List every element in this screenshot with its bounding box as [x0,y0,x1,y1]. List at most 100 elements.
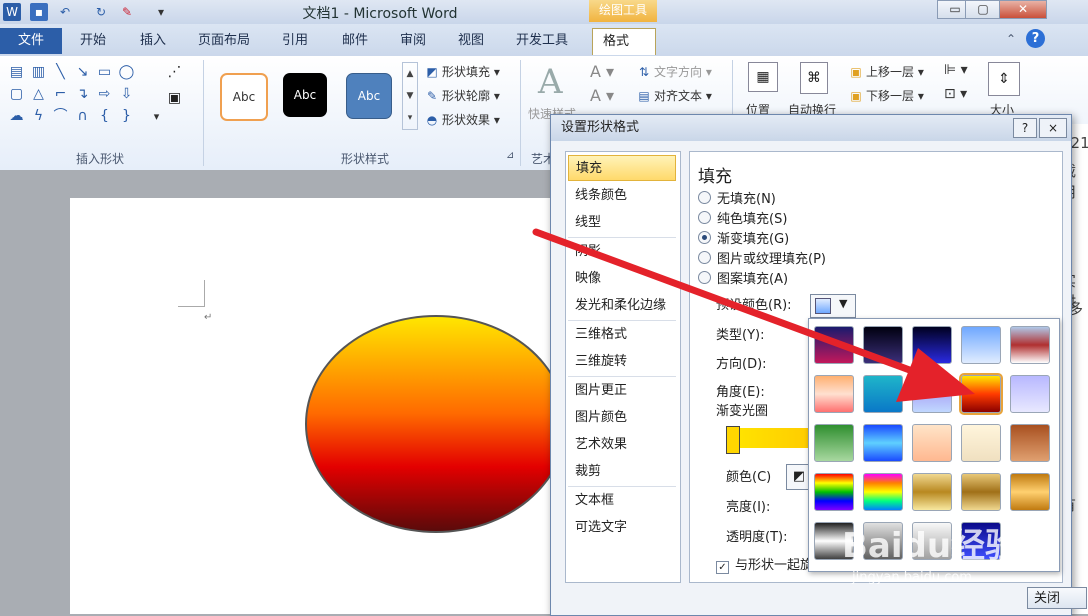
edit-shape-icon[interactable]: ⋰ [166,64,183,81]
down-arrow-shape-icon[interactable]: ⇩ [118,86,135,103]
radio-pattern-fill[interactable]: 图案填充(A) [698,270,788,290]
help-icon[interactable]: ? [1026,29,1045,48]
gradient-preset-desert[interactable] [814,375,854,413]
tab-view[interactable]: 视图 [448,28,494,54]
category-crop[interactable]: 裁剪 [568,459,676,485]
shape-fill-button[interactable]: ◩ 形状填充 ▾ [424,62,500,82]
curve-shape-icon[interactable]: ∩ [74,108,91,125]
rounded-rect-shape-icon[interactable]: ▢ [8,86,25,103]
gradient-stop-handle[interactable] [726,426,740,454]
collapse-ribbon-icon[interactable]: ⌃ [1006,32,1016,46]
category-glow-soft-edges[interactable]: 发光和柔化边缘 [568,293,676,319]
tab-review[interactable]: 审阅 [390,28,436,54]
gradient-preset-mahogany[interactable] [1010,424,1050,462]
category-reflection[interactable]: 映像 [568,266,676,292]
category-3d-format[interactable]: 三维格式 [568,322,676,348]
gradient-preset-brass[interactable] [1010,473,1050,511]
position-icon[interactable]: ▦ [748,62,778,92]
gradient-preset-calm-water[interactable] [912,375,952,413]
gradient-preset-peacock[interactable] [863,424,903,462]
tab-insert[interactable]: 插入 [130,28,176,54]
category-picture-corrections[interactable]: 图片更正 [568,378,676,404]
align-icon[interactable]: ⊫ ▾ [944,62,968,78]
maximize-button[interactable]: ▢ [965,0,1001,19]
shape-style-orange-outline[interactable]: Abc [220,73,268,121]
oval-shape-icon[interactable]: ◯ [118,64,135,81]
category-text-box[interactable]: 文本框 [568,488,676,514]
close-window-button[interactable]: ✕ [999,0,1047,19]
radio-picture-texture-fill[interactable]: 图片或纹理填充(P) [698,250,826,270]
bring-forward-button[interactable]: ▣ 上移一层 ▾ [848,62,924,82]
gradient-preset-rainbow[interactable] [814,473,854,511]
gradient-preset-parchment[interactable] [961,424,1001,462]
category-line-style[interactable]: 线型 [568,210,676,236]
rectangle-shape-icon[interactable]: ▭ [96,64,113,81]
wrap-text-icon[interactable]: ⌘ [800,62,828,94]
gradient-ellipse-shape[interactable] [305,315,567,533]
size-icon[interactable]: ⇕ [988,62,1020,96]
elbow-connector-shape-icon[interactable]: ⌐ [52,86,69,103]
tab-page-layout[interactable]: 页面布局 [188,28,260,54]
radio-no-fill[interactable]: 无填充(N) [698,190,776,210]
tab-home[interactable]: 开始 [70,28,116,54]
line-shape-icon[interactable]: ╲ [52,64,69,81]
arrow-line-shape-icon[interactable]: ↘ [74,64,91,81]
elbow-arrow-shape-icon[interactable]: ↴ [74,86,91,103]
text-direction-button[interactable]: ⇅ 文字方向 ▾ [636,62,712,82]
gradient-preset-early-sunset[interactable] [814,326,854,364]
category-line-color[interactable]: 线条颜色 [568,183,676,209]
dialog-help-button[interactable]: ? [1013,118,1037,138]
gradient-preset-fog[interactable] [1010,375,1050,413]
category-shadow[interactable]: 阴影 [568,239,676,265]
dialog-launcher-icon[interactable]: ⊿ [506,150,514,161]
dialog-close-action-button[interactable]: 关闭 [1027,587,1087,609]
shape-style-black-fill[interactable]: Abc [283,73,327,117]
radio-solid-fill[interactable]: 纯色填充(S) [698,210,787,230]
gradient-preset-gold[interactable] [912,473,952,511]
gradient-preset-ocean[interactable] [863,375,903,413]
tab-mailings[interactable]: 邮件 [332,28,378,54]
arc-shape-icon[interactable]: ⌒ [52,108,69,125]
vertical-textbox-shape-icon[interactable]: ▥ [30,64,47,81]
freeform-shape-icon[interactable]: ☁ [8,108,25,125]
gradient-preset-late-sunset[interactable] [863,326,903,364]
shape-effect-button[interactable]: ◓ 形状效果 ▾ [424,110,500,130]
category-artistic-effects[interactable]: 艺术效果 [568,432,676,458]
category-picture-color[interactable]: 图片颜色 [568,405,676,431]
dialog-title-bar[interactable]: 设置形状格式 [551,115,1071,141]
triangle-shape-icon[interactable]: △ [30,86,47,103]
gradient-preset-rainbow-2[interactable] [863,473,903,511]
send-backward-button[interactable]: ▣ 下移一层 ▾ [848,86,924,106]
text-fill-icon[interactable]: A ▾ [590,62,614,81]
preset-colors-dropdown[interactable]: ▼ [810,294,856,318]
category-alt-text[interactable]: 可选文字 [568,515,676,541]
text-outline-icon[interactable]: A ▾ [590,86,614,105]
left-brace-shape-icon[interactable]: { [96,108,113,125]
dialog-close-button[interactable]: × [1039,118,1067,138]
gradient-stops-bar[interactable] [728,428,810,448]
gradient-preset-gold-2[interactable] [961,473,1001,511]
draw-textbox-icon[interactable]: ▣ [166,90,183,107]
gradient-preset-daybreak[interactable] [961,326,1001,364]
align-text-button[interactable]: ▤ 对齐文本 ▾ [636,86,712,106]
tab-references[interactable]: 引用 [272,28,318,54]
scribble-shape-icon[interactable]: ϟ [30,108,47,125]
shape-style-blue-fill[interactable]: Abc [346,73,392,119]
textbox-shape-icon[interactable]: ▤ [8,64,25,81]
wordart-icon[interactable]: A [538,62,563,102]
gradient-preset-wheat[interactable] [912,424,952,462]
shape-outline-button[interactable]: ✎ 形状轮廓 ▾ [424,86,500,106]
group-icon[interactable]: ⊡ ▾ [944,86,967,102]
tab-developer[interactable]: 开发工具 [506,28,578,54]
tab-file[interactable]: 文件 [0,28,62,54]
right-brace-shape-icon[interactable]: } [118,108,135,125]
category-3d-rotation[interactable]: 三维旋转 [568,349,676,375]
right-arrow-shape-icon[interactable]: ⇨ [96,86,113,103]
gradient-preset-fire[interactable] [959,373,1003,415]
shape-style-scroll[interactable]: ▲ ▼ ▾ [402,62,418,130]
tab-format[interactable]: 格式 [592,28,656,55]
gradient-preset-nightfall[interactable] [912,326,952,364]
gradient-preset-horizon[interactable] [1010,326,1050,364]
category-fill[interactable]: 填充 [568,155,676,181]
shapes-gallery[interactable]: ▤ ▥ ╲ ↘ ▭ ◯ ▢ △ ⌐ ↴ ⇨ ⇩ ☁ ϟ ⌒ ∩ { } ▾ ⋰ … [6,62,196,132]
